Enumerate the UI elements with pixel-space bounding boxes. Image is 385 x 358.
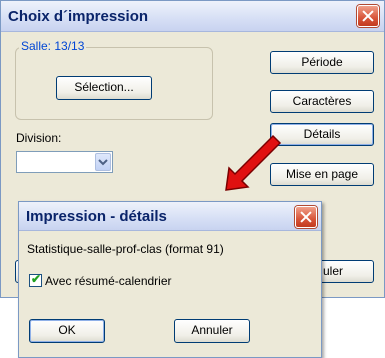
annuler-button[interactable]: uler xyxy=(319,260,374,283)
arrow-annotation-icon xyxy=(225,134,282,191)
mise-en-page-button[interactable]: Mise en page xyxy=(270,163,374,186)
selection-button[interactable]: Sélection... xyxy=(56,76,152,100)
close-icon[interactable] xyxy=(357,5,379,27)
division-select[interactable] xyxy=(16,151,113,173)
periode-button[interactable]: Période xyxy=(270,51,374,74)
print-choice-titlebar[interactable]: Choix d´impression xyxy=(1,1,384,32)
details-button[interactable]: Détails xyxy=(270,123,374,146)
check-icon: ✔ xyxy=(31,272,42,286)
print-details-titlebar[interactable]: Impression - détails xyxy=(19,202,321,231)
close-icon[interactable] xyxy=(295,206,317,228)
cancel-button[interactable]: Annuler xyxy=(174,319,250,343)
print-details-dialog: Impression - détails Statistique-salle-p… xyxy=(18,201,322,358)
chevron-down-icon[interactable] xyxy=(95,153,111,171)
print-details-title: Impression - détails xyxy=(26,208,167,225)
resume-calendrier-label[interactable]: Avec résumé-calendrier xyxy=(45,274,172,288)
ok-button[interactable]: OK xyxy=(29,319,105,343)
caracteres-button[interactable]: Caractères xyxy=(270,90,374,113)
salle-group-label: Salle: 13/13 xyxy=(19,39,87,53)
division-label: Division: xyxy=(16,131,62,145)
resume-calendrier-checkbox[interactable]: ✔ xyxy=(29,272,42,287)
print-choice-title: Choix d´impression xyxy=(8,8,149,25)
format-text: Statistique-salle-prof-clas (format 91) xyxy=(27,242,224,256)
